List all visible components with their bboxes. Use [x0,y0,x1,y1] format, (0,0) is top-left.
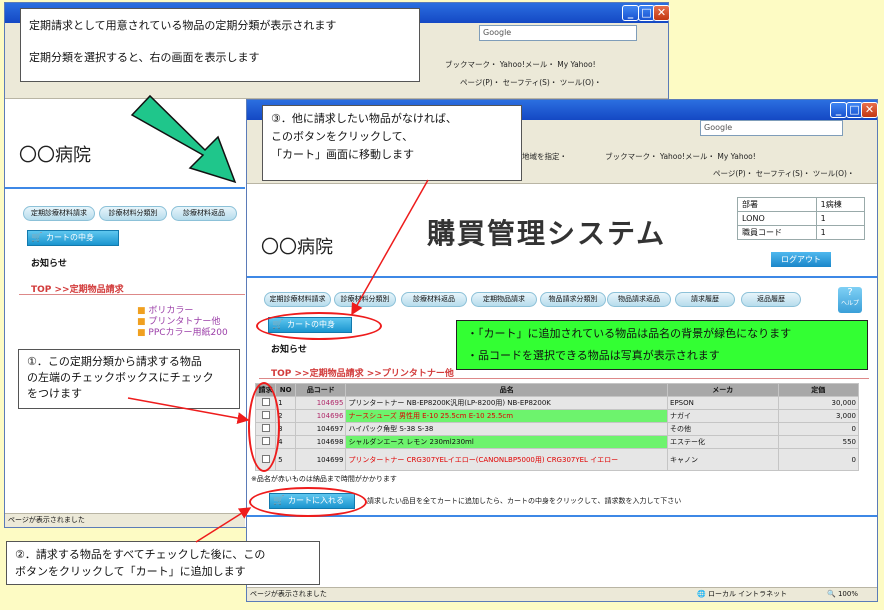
nav-teiki-buppin[interactable]: 定期物品請求 [471,292,537,307]
back-search-input[interactable]: Google [479,25,637,41]
nav-henpin-rireki[interactable]: 返品履歴 [741,292,801,307]
step1-callout: ①．この定期分類から請求する物品 の左端のチェックボックスにチェック をつけます [18,349,240,409]
close-button[interactable]: ✕ [653,5,670,21]
category-item-3[interactable]: ■ PPCカラー用紙200 [137,328,228,339]
help-icon: ? [847,287,853,298]
front-crumb-line [259,378,869,379]
help-button[interactable]: ? ヘルプ [838,287,862,313]
table-header-row: 請求 NO 品コード 品名 メーカ 定価 [254,383,860,397]
front-footer-line [247,515,877,517]
add-to-cart-help: 請求したい品目を全てカートに追加したら、カートの中身をクリックして、請求数を入力… [367,497,682,505]
user-info-table: 部署 1病棟 LONO 1 職員コード 1 [737,197,866,240]
back-hospital-name: 〇〇病院 [19,145,91,166]
front-status-bar: ページが表示されました 🌐 ローカル イントラネット 🔍 100% [247,587,877,601]
back-notice-label: お知らせ [31,259,67,269]
zone-indicator: 🌐 ローカル イントラネット [697,590,788,598]
nav-seikyu-rireki[interactable]: 請求履歴 [675,292,735,307]
add-to-cart-highlight [249,487,367,517]
cart-button-highlight [256,312,382,340]
info-row-staff: 職員コード 1 [737,225,866,240]
top-explanation-box: 定期請求として用意されている物品の定期分類が表示されます 定期分類を選択すると、… [20,8,420,82]
item-code-link[interactable]: 104696 [295,409,347,423]
red-items-note: ※品名が赤いものは納品まで時間がかかります [251,475,397,483]
back-category-list: ■ ボリカラー ■ プリンタトナー他 ■ PPCカラー用紙200 [137,306,228,339]
info-row-lono: LONO 1 [737,211,866,226]
front-hospital-name: 〇〇病院 [261,237,333,258]
system-title: 購買管理システム [427,217,667,250]
nav-buppin-bunrui[interactable]: 物品請求分類別 [540,292,606,307]
step3-callout: ③．他に請求したい物品がなければ、 このボタンをクリックして、 「カート」画面に… [262,105,522,181]
minimize-button[interactable]: _ [622,5,639,21]
green-info-box: ・「カート」に追加されている物品は品名の背景が緑色になります ・品コードを選択で… [456,320,868,370]
zoom-control[interactable]: 🔍 100% [827,588,858,601]
category-item-2[interactable]: ■ プリンタトナー他 [137,317,228,328]
logout-button[interactable]: ログアウト [771,252,831,267]
front-bookmarks-menu[interactable]: 地域を指定・ ブックマーク・ Yahoo!メール・ My Yahoo! [522,151,756,162]
minimize-button[interactable]: _ [830,102,847,118]
table-row: 2 104696 ナースシューズ 男性用 E-10 25.5cm E-10 25… [254,409,860,423]
nav-shinryo-henpin[interactable]: 診療材料返品 [401,292,467,307]
front-notice-label: お知らせ [271,345,307,355]
front-search-input[interactable]: Google [700,120,843,136]
table-row: 4 104698 シャルダンエース レモン 230ml230ml エステー化 5… [254,435,860,449]
info-row-dept: 部署 1病棟 [737,197,866,212]
items-table: 請求 NO 品コード 品名 メーカ 定価 1 104695 プリンタートナー N… [254,383,860,471]
back-status-bar: ページが表示されました [5,513,245,527]
category-item-1[interactable]: ■ ボリカラー [137,306,228,317]
item-code-link[interactable]: 104695 [295,396,347,410]
back-nav-teiki-shinryo[interactable]: 定期診療材料請求 [23,206,95,221]
table-row: 3 104697 ハイパック角型 S-38 S-38 その他 0 [254,422,860,436]
table-row: 1 104695 プリンタートナー NB-EP8200K汎用(LP-8200用)… [254,396,860,410]
back-tools-menu[interactable]: ページ(P)・ セーフティ(S)・ ツール(O)・ [460,77,601,88]
back-nav-shinryo-bunrui[interactable]: 診療材料分類別 [99,206,167,221]
nav-buppin-henpin[interactable]: 物品請求返品 [607,292,671,307]
front-header-line [247,276,877,278]
step2-callout: ②．請求する物品をすべてチェックした後に、この ボタンをクリックして「カート」に… [6,541,320,585]
back-header-line [5,187,245,189]
back-cart-button[interactable]: カートの中身 [27,230,119,246]
nav-shinryo-bunrui[interactable]: 診療材料分類別 [334,292,396,307]
nav-teiki-shinryo[interactable]: 定期診療材料請求 [264,292,331,307]
back-bookmarks-menu[interactable]: ブックマーク・ Yahoo!メール・ My Yahoo! [445,59,596,70]
back-nav-shinryo-henpin[interactable]: 診療材料返品 [171,206,237,221]
front-tools-menu[interactable]: ページ(P)・ セーフティ(S)・ ツール(O)・ [713,168,854,179]
checkbox-column-highlight [248,382,280,472]
close-button[interactable]: ✕ [861,102,878,118]
table-row: 5 104699 プリンタートナー CRG307YELイエロー(CANONLBP… [254,448,860,471]
back-crumb-line [19,294,245,295]
